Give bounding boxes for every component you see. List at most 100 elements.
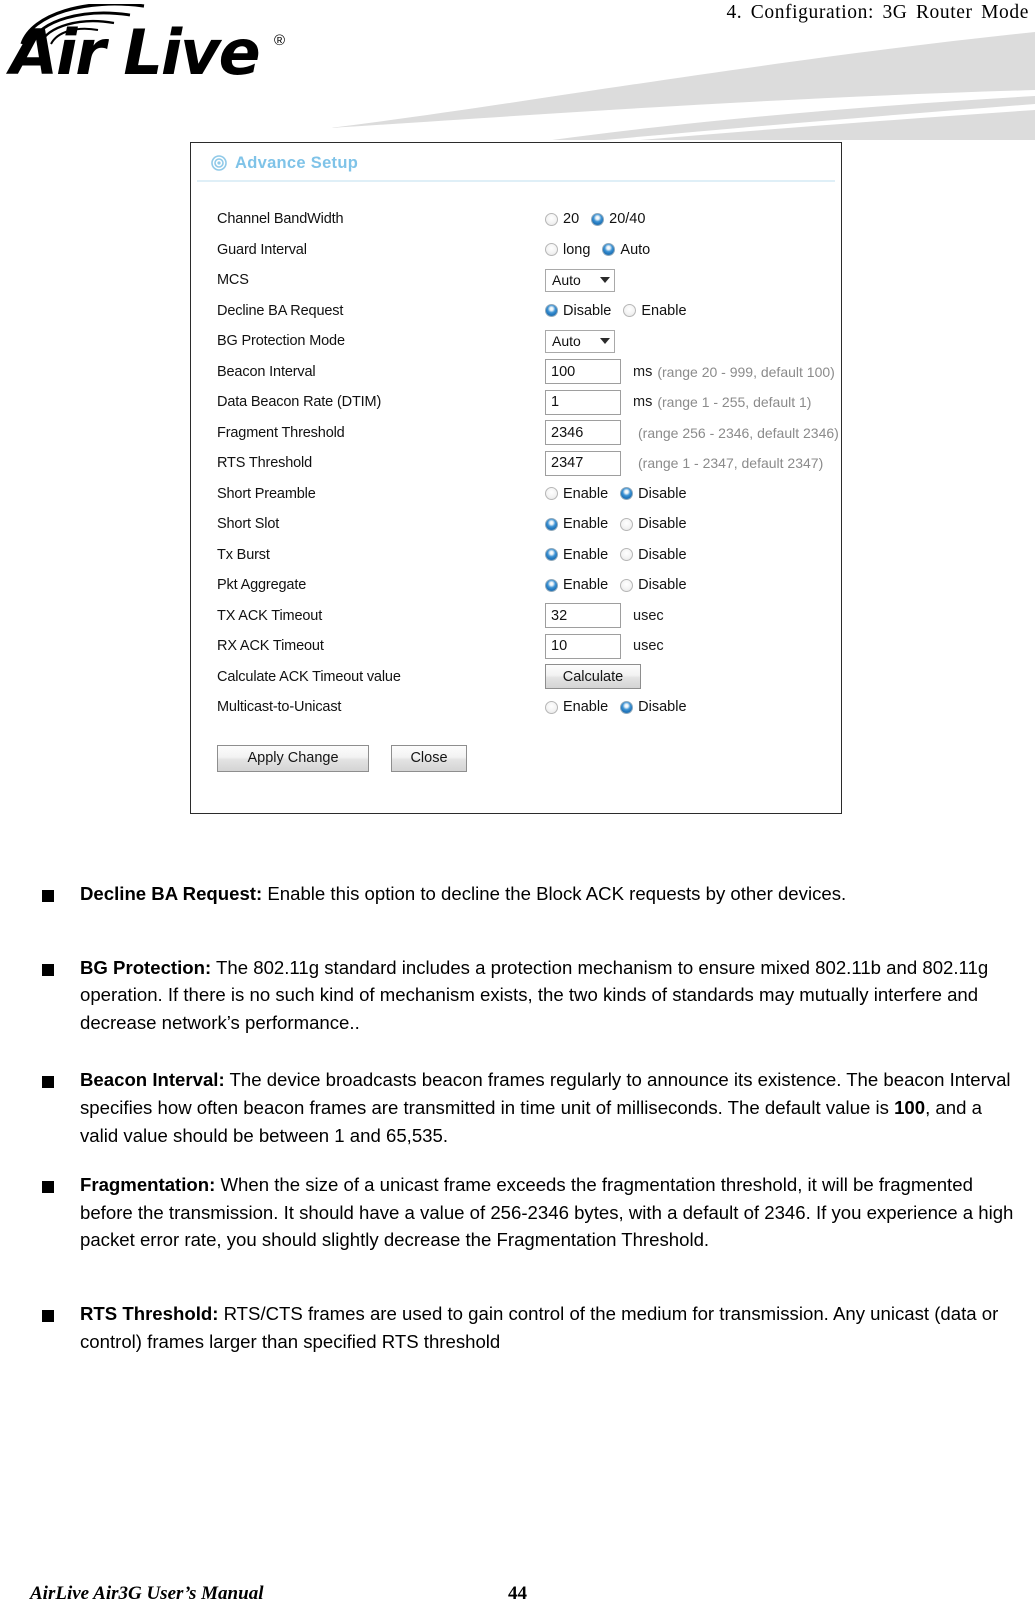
radio-guard-interval-long[interactable]: long (545, 242, 590, 258)
radio-channel-bandwidth-20[interactable]: 20 (545, 211, 579, 227)
row-control: Auto (545, 268, 615, 292)
close-button[interactable]: Close (391, 744, 467, 772)
body-text: Decline BA Request: Enable this option t… (0, 880, 1035, 1355)
row-label: Guard Interval (217, 241, 307, 258)
radio-circle-icon (545, 243, 558, 257)
unit-label: usec (633, 638, 664, 655)
bullet-item-decline-ba-request: Decline BA Request: Enable this option t… (0, 880, 1035, 908)
radio-tx-burst-disable[interactable]: Disable (620, 546, 687, 563)
form-row-decline-ba-request: Decline BA Request Disable Enable (191, 296, 841, 327)
square-bullet-icon (42, 890, 54, 902)
bullet-item-beacon-interval: Beacon Interval: The device broadcasts b… (0, 1066, 1035, 1149)
radio-label: 20 (563, 211, 580, 228)
bullet-item-bg-protection: BG Protection: The 802.11g standard incl… (0, 954, 1035, 1037)
radio-decline-ba-disable[interactable]: Disable (545, 303, 611, 319)
radio-circle-icon (591, 212, 605, 226)
radio-multicast-disable[interactable]: Disable (620, 699, 687, 716)
form-row-data-beacon-rate: Data Beacon Rate (DTIM) 1 ms (range 1 - … (191, 387, 841, 418)
bullet-paragraph: Fragmentation: When the size of a unicas… (80, 1171, 1021, 1254)
bullet-paragraph: Decline BA Request: Enable this option t… (80, 880, 1021, 908)
row-label: RTS Threshold (217, 455, 313, 472)
radio-label: Disable (638, 699, 687, 716)
bullet-body: When the size of a unicast frame exceeds… (80, 1174, 1014, 1251)
bullet-body: Enable this option to decline the Block … (262, 883, 847, 904)
radio-label: Disable (563, 302, 612, 319)
radio-pkt-aggregate-enable[interactable]: Enable (545, 577, 608, 593)
row-control: 32 usec (545, 603, 664, 629)
radio-circle-icon (620, 578, 634, 592)
bullet-item-fragmentation: Fragmentation: When the size of a unicas… (0, 1171, 1035, 1254)
apply-change-button[interactable]: Apply Change (217, 744, 369, 772)
row-control: 10 usec (545, 633, 664, 659)
radio-guard-interval-auto[interactable]: Auto (602, 242, 650, 258)
chapter-title: 4. Configuration: 3G Router Mode (726, 2, 1029, 23)
radio-multicast-enable[interactable]: Enable (545, 699, 608, 715)
advance-setup-form: Channel BandWidth 20 20/40 Guard Interva… (191, 182, 841, 772)
radio-channel-bandwidth-2040[interactable]: 20/40 (591, 211, 645, 227)
select-bg-protection-mode[interactable]: Auto (545, 329, 615, 353)
select-value: Auto (552, 272, 581, 289)
chevron-down-icon (600, 277, 610, 284)
row-control: long Auto (545, 242, 650, 258)
row-control: 2347 (range 1 - 2347, default 2347) (545, 450, 823, 476)
page-footer: AirLive Air3G User’s Manual 44 (0, 1583, 1035, 1613)
row-label: BG Protection Mode (217, 333, 345, 350)
row-label: Pkt Aggregate (217, 577, 307, 594)
row-label: Data Beacon Rate (DTIM) (217, 394, 382, 411)
bullet-paragraph: RTS Threshold: RTS/CTS frames are used t… (80, 1300, 1021, 1355)
calculate-button[interactable]: Calculate (545, 664, 641, 690)
panel-titlebar: Advance Setup (197, 146, 835, 182)
form-row-short-preamble: Short Preamble Enable Disable (191, 479, 841, 510)
radio-tx-burst-enable[interactable]: Enable (545, 547, 608, 563)
form-row-calculate-ack-timeout: Calculate ACK Timeout value Calculate (191, 662, 841, 693)
row-control: Enable Disable (545, 577, 687, 593)
form-row-bg-protection-mode: BG Protection Mode Auto (191, 326, 841, 357)
radio-circle-icon (620, 517, 634, 531)
bullet-paragraph: BG Protection: The 802.11g standard incl… (80, 954, 1021, 1037)
bullet-item-rts-threshold: RTS Threshold: RTS/CTS frames are used t… (0, 1300, 1035, 1355)
square-bullet-icon (42, 1309, 54, 1322)
bullet-term: Fragmentation: (80, 1174, 216, 1196)
row-label: RX ACK Timeout (217, 638, 324, 655)
input-fragment-threshold[interactable]: 2346 (545, 420, 621, 446)
form-row-mcs: MCS Auto (191, 265, 841, 296)
row-control: Enable Disable (545, 486, 687, 502)
form-row-guard-interval: Guard Interval long Auto (191, 235, 841, 266)
select-mcs[interactable]: Auto (545, 268, 615, 292)
bullet-paragraph: Beacon Interval: The device broadcasts b… (80, 1066, 1021, 1149)
panel-title: Advance Setup (235, 153, 359, 172)
radio-short-preamble-disable[interactable]: Disable (620, 486, 687, 502)
advance-setup-panel: Advance Setup Channel BandWidth 20 20/40… (190, 142, 842, 814)
range-hint: (range 256 - 2346, default 2346) (638, 424, 839, 441)
radio-label: long (563, 241, 591, 258)
radio-short-preamble-enable[interactable]: Enable (545, 486, 608, 502)
input-rts-threshold[interactable]: 2347 (545, 450, 621, 476)
target-icon (211, 155, 227, 171)
input-beacon-interval[interactable]: 100 (545, 359, 621, 385)
input-data-beacon-rate[interactable]: 1 (545, 389, 621, 415)
square-bullet-icon (42, 1181, 54, 1194)
radio-circle-icon (545, 578, 558, 592)
radio-short-slot-enable[interactable]: Enable (545, 516, 608, 532)
range-hint: (range 1 - 255, default 1) (657, 394, 812, 411)
radio-label: Disable (638, 546, 687, 563)
radio-decline-ba-enable[interactable]: Enable (623, 302, 687, 319)
row-label: Channel BandWidth (217, 211, 344, 228)
radio-label: Enable (563, 516, 609, 533)
row-label: Beacon Interval (217, 363, 316, 380)
radio-label: Auto (620, 241, 651, 258)
input-tx-ack-timeout[interactable]: 32 (545, 603, 621, 629)
radio-circle-icon (545, 304, 558, 318)
radio-pkt-aggregate-disable[interactable]: Disable (620, 577, 687, 593)
form-row-rts-threshold: RTS Threshold 2347 (range 1 - 2347, defa… (191, 448, 841, 479)
radio-circle-icon (620, 487, 634, 501)
input-rx-ack-timeout[interactable]: 10 (545, 633, 621, 659)
bullet-term: Decline BA Request: (80, 883, 263, 904)
form-row-pkt-aggregate: Pkt Aggregate Enable Disable (191, 570, 841, 601)
radio-label: Enable (641, 302, 687, 319)
bullet-bold-value: 100 (894, 1096, 926, 1118)
logo-wordmark: Air Live (10, 16, 261, 89)
radio-short-slot-disable[interactable]: Disable (620, 516, 687, 532)
